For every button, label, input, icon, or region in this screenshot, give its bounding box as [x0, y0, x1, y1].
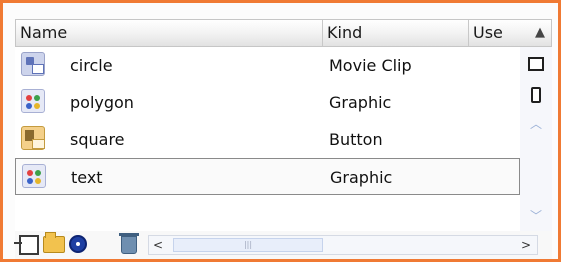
sort-ascending-icon[interactable]: ▲: [531, 24, 549, 42]
graphic-symbol-icon: [21, 89, 45, 113]
scroll-down-icon[interactable]: ﹀: [525, 207, 547, 225]
scroll-left-icon[interactable]: <: [151, 236, 165, 254]
list-item[interactable]: square Button: [15, 121, 520, 158]
item-name: polygon: [70, 93, 134, 112]
horizontal-scrollbar[interactable]: < ||| >: [148, 235, 538, 255]
new-folder-icon[interactable]: [43, 232, 65, 253]
column-header-name[interactable]: Name: [16, 20, 323, 46]
item-name: text: [71, 168, 103, 187]
list-item-selected[interactable]: text Graphic: [15, 158, 520, 195]
scroll-right-icon[interactable]: >: [519, 236, 533, 254]
new-symbol-icon[interactable]: [14, 235, 39, 255]
wide-view-button[interactable]: [528, 57, 544, 71]
item-name: circle: [70, 56, 113, 75]
list-item[interactable]: polygon Graphic: [15, 84, 520, 121]
library-panel: Name Kind Use ▲ circle Movie Clip polygo…: [0, 0, 561, 262]
properties-icon[interactable]: [69, 235, 87, 253]
column-header-kind[interactable]: Kind: [323, 20, 469, 46]
library-toolbar: < ||| >: [14, 231, 552, 259]
item-name: square: [70, 130, 125, 149]
list-item[interactable]: circle Movie Clip: [15, 47, 520, 84]
narrow-view-button[interactable]: [531, 87, 541, 103]
button-symbol-icon: [21, 126, 45, 150]
delete-trash-icon[interactable]: [119, 233, 139, 254]
movie-clip-symbol-icon: [21, 52, 45, 76]
scroll-thumb[interactable]: |||: [173, 238, 323, 252]
item-kind: Graphic: [329, 93, 392, 112]
vertical-scrollbar[interactable]: ︿ ﹀: [520, 47, 552, 231]
scroll-up-icon[interactable]: ︿: [525, 115, 547, 133]
graphic-symbol-icon: [22, 164, 46, 188]
item-kind: Movie Clip: [329, 56, 412, 75]
column-header-use[interactable]: Use: [469, 20, 529, 46]
item-kind: Button: [329, 130, 383, 149]
column-header: Name Kind Use ▲: [15, 19, 552, 47]
item-kind: Graphic: [330, 168, 393, 187]
symbol-list: circle Movie Clip polygon Graphic square…: [15, 47, 520, 231]
